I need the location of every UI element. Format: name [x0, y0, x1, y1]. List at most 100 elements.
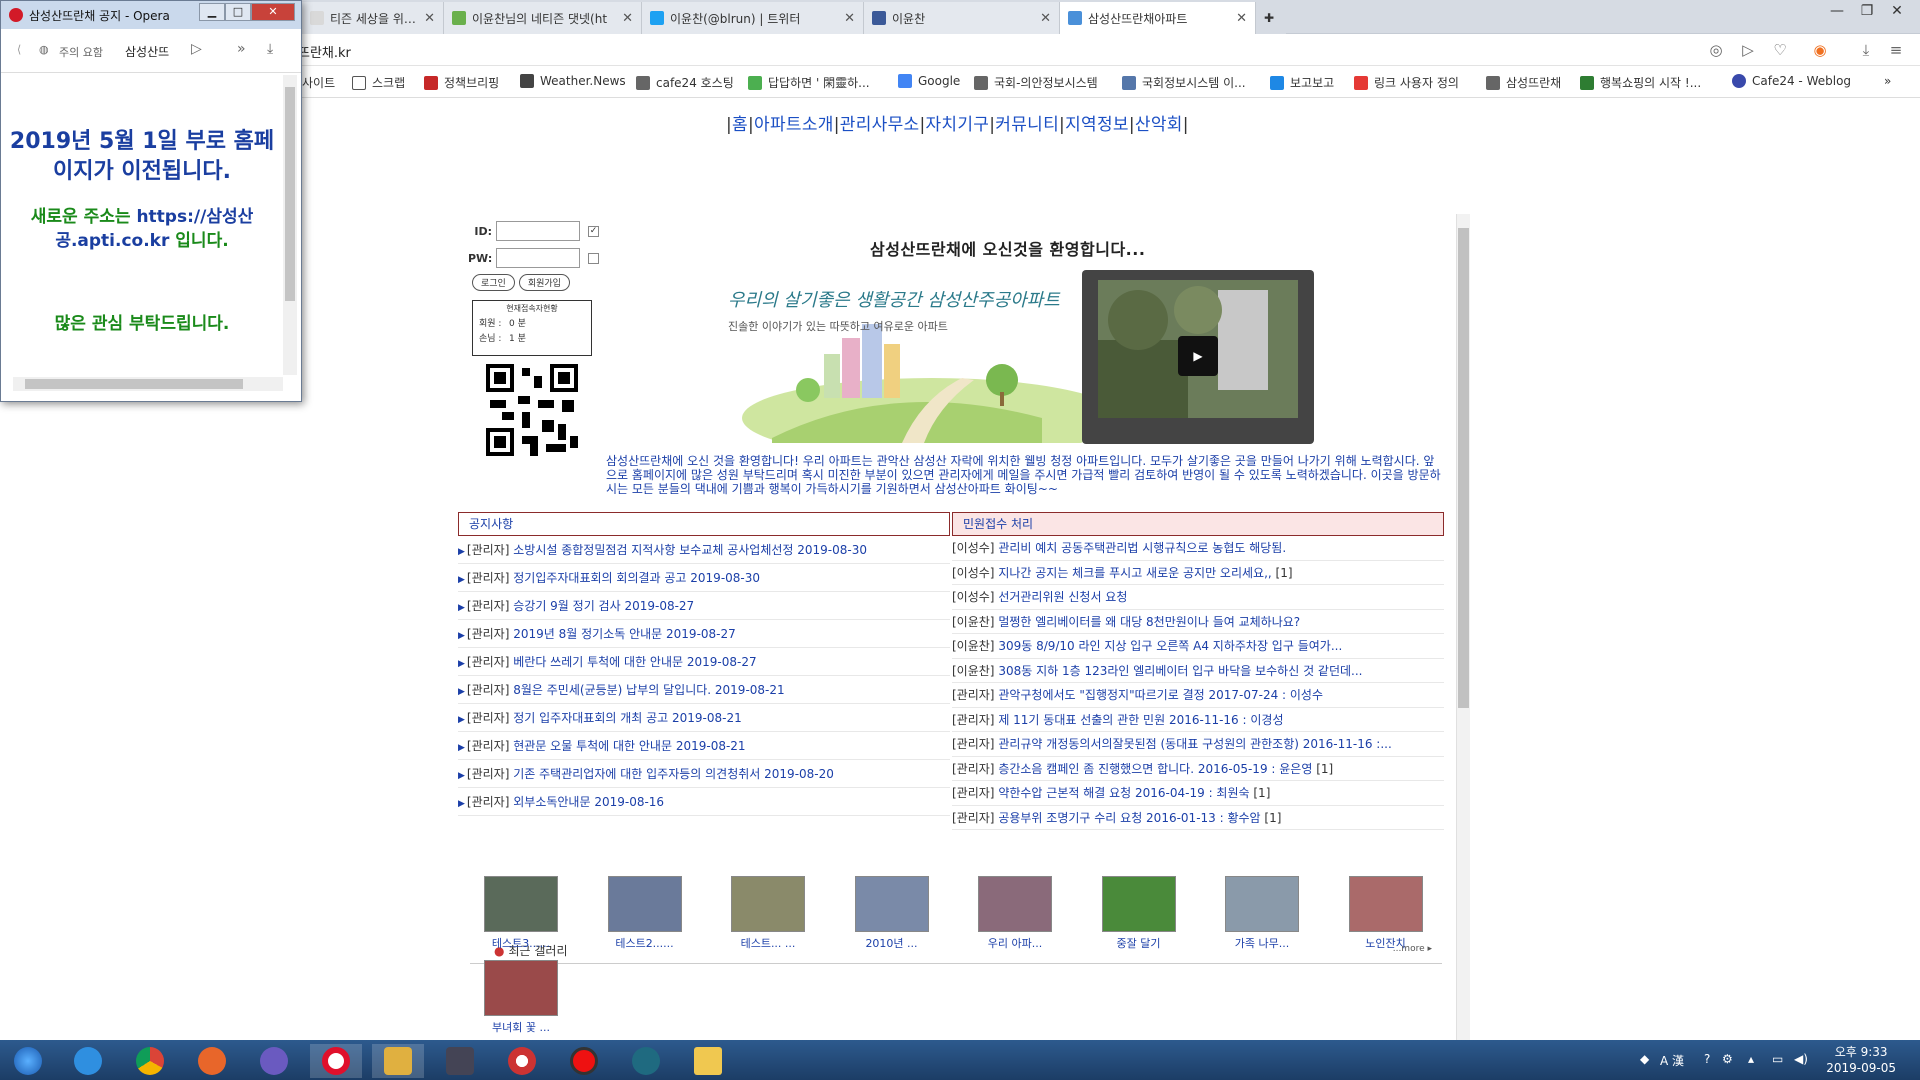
- send-icon[interactable]: ▷: [191, 41, 202, 57]
- back-icon[interactable]: ⟨: [17, 43, 21, 56]
- gallery-thumbnail[interactable]: [1348, 876, 1423, 932]
- app-tree-icon[interactable]: [620, 1044, 672, 1078]
- browser-tab-1[interactable]: 티즌 세상을 위하여... ✕: [302, 2, 444, 34]
- gallery-item[interactable]: 가족 나무...: [1225, 876, 1299, 951]
- row-title-link[interactable]: 309동 8/9/10 라인 지상 입구 오른쪽 A4 지하주차장 입구 들여가…: [998, 639, 1342, 653]
- complaint-row[interactable]: [관리자] 약한수압 근본적 해결 요청 2016-04-19 : 최원숙 [1…: [952, 781, 1444, 806]
- close-icon[interactable]: ✕: [622, 11, 633, 26]
- notice-row[interactable]: ▶ [관리자] 2019년 8월 정기소독 안내문 2019-08-27: [458, 620, 950, 648]
- nav-community[interactable]: 커뮤니티: [995, 115, 1059, 135]
- bookmark-item[interactable]: 링크 사용자 정의: [1354, 74, 1459, 91]
- bookmark-item[interactable]: 삼성뜨란채: [1486, 74, 1561, 91]
- popup-vscroll[interactable]: [283, 75, 297, 375]
- security-label[interactable]: 주의 요함: [59, 44, 103, 60]
- nav-hiking-club[interactable]: 산악회: [1135, 115, 1183, 135]
- complaint-row[interactable]: [관리자] 관악구청에서도 "집행정지"따르기로 결정 2017-07-24 :…: [952, 683, 1444, 708]
- row-title-link[interactable]: 소방시설 종합정밀점검 지적사항 보수교체 공사업체선정 2019-08-30: [513, 543, 867, 557]
- bookmark-item[interactable]: 국회-의안정보시스템: [974, 74, 1098, 91]
- row-title-link[interactable]: 2019년 8월 정기소독 안내문 2019-08-27: [513, 627, 736, 641]
- complaint-row[interactable]: [이윤찬] 멀쩡한 엘리베이터를 왜 대당 8천만원이나 들여 교체하나요?: [952, 610, 1444, 634]
- gallery-caption[interactable]: 테스트2......: [608, 935, 682, 951]
- browser-tab-2[interactable]: 이윤찬님의 네티즌 댓넷(ht ✕: [444, 2, 642, 34]
- browser-tab-active[interactable]: 삼성산뜨란채아파트 ✕: [1060, 2, 1256, 34]
- complaint-row[interactable]: [관리자] 제 11기 동대표 선출의 관한 민원 2016-11-16 : 이…: [952, 708, 1444, 732]
- close-icon[interactable]: ✕: [424, 11, 435, 26]
- join-button[interactable]: 회원가입: [518, 274, 570, 291]
- internet-explorer-icon[interactable]: [62, 1044, 114, 1078]
- bookmark-item[interactable]: 스크랩: [352, 74, 405, 91]
- complaint-row[interactable]: [관리자] 관리규약 개정동의서의잘못된점 (동대표 구성원의 관한조항) 20…: [952, 732, 1444, 757]
- gallery-caption[interactable]: 노인잔치: [1349, 935, 1423, 951]
- notice-row[interactable]: ▶ [관리자] 정기 입주자대표회의 개최 공고 2019-08-21: [458, 704, 950, 732]
- system-clock[interactable]: 오후 9:33 2019-09-05: [1826, 1044, 1896, 1076]
- notice-row[interactable]: ▶ [관리자] 기존 주택관리업자에 대한 입주자등의 의견청취서 2019-08…: [458, 760, 950, 788]
- row-title-link[interactable]: 관리규약 개정동의서의잘못된점 (동대표 구성원의 관한조항) 2016-11-…: [998, 737, 1391, 751]
- bookmark-item[interactable]: Weather.News: [520, 74, 626, 88]
- row-title-link[interactable]: 8월은 주민세(균등분) 납부의 달입니다. 2019-08-21: [513, 683, 784, 697]
- download-icon[interactable]: ⤓: [1856, 40, 1876, 60]
- row-title-link[interactable]: 관리비 예치 공동주택관리법 시행규칙으로 농협도 해당됨.: [998, 541, 1286, 555]
- app-ball-icon[interactable]: [496, 1044, 548, 1078]
- bookmark-item[interactable]: 국회정보시스템 이...: [1122, 74, 1246, 91]
- browser-tab-4[interactable]: 이윤찬 ✕: [864, 2, 1060, 34]
- row-title-link[interactable]: 현관문 오물 투척에 대한 안내문 2019-08-21: [513, 739, 745, 753]
- gallery-thumbnail[interactable]: [484, 960, 558, 1016]
- popup-close-button[interactable]: ✕: [251, 3, 295, 21]
- notice-row[interactable]: ▶ [관리자] 소방시설 종합정밀점검 지적사항 보수교체 공사업체선정 2019…: [458, 536, 950, 564]
- complaint-row[interactable]: [이윤찬] 309동 8/9/10 라인 지상 입구 오른쪽 A4 지하주차장 …: [952, 634, 1444, 659]
- close-icon[interactable]: ✕: [1236, 11, 1247, 26]
- close-icon[interactable]: ✕: [1040, 11, 1051, 26]
- maximize-button[interactable]: ❐: [1852, 0, 1882, 22]
- gallery-thumbnail[interactable]: [731, 876, 805, 932]
- complaint-row[interactable]: [이성수] 지나간 공지는 체크를 푸시고 새로운 공지만 오리세요,, [1]: [952, 561, 1444, 585]
- popup-url[interactable]: 삼성산뜨: [125, 43, 169, 60]
- notice-row[interactable]: ▶ [관리자] 베란다 쓰레기 투척에 대한 안내문 2019-08-27: [458, 648, 950, 676]
- url-field[interactable]: 뜨란채.kr: [298, 42, 351, 61]
- start-button[interactable]: [2, 1044, 54, 1078]
- gallery-item[interactable]: 테스트2......: [607, 876, 682, 951]
- bookmark-item[interactable]: 사이트: [302, 74, 335, 91]
- gallery-caption[interactable]: 가족 나무...: [1225, 935, 1299, 951]
- help-icon[interactable]: ?: [1704, 1052, 1710, 1066]
- app-lightning-icon[interactable]: [372, 1044, 424, 1078]
- nav-self-governing[interactable]: 자치기구: [925, 115, 989, 135]
- complaint-row[interactable]: [관리자] 층간소음 캠페인 좀 진행했으면 합니다. 2016-05-19 :…: [952, 757, 1444, 781]
- gallery-caption[interactable]: 2010년 ...: [855, 935, 929, 951]
- nav-apartment-intro[interactable]: 아파트소개: [754, 115, 834, 135]
- row-title-link[interactable]: 멀쩡한 엘리베이터를 왜 대당 8천만원이나 들여 교체하나요?: [998, 615, 1300, 629]
- gallery-item[interactable]: 우리 아파...: [978, 876, 1052, 951]
- close-icon[interactable]: ✕: [844, 11, 855, 26]
- gallery-item[interactable]: 중잘 달기: [1101, 876, 1176, 951]
- row-title-link[interactable]: 정기 입주자대표회의 개최 공고 2019-08-21: [513, 711, 742, 725]
- complaint-row[interactable]: [이성수] 관리비 예치 공동주택관리법 시행규칙으로 농협도 해당됨.: [952, 536, 1444, 561]
- gallery-item[interactable]: 테스트... ...: [731, 876, 805, 951]
- row-title-link[interactable]: 층간소음 캠페인 좀 진행했으면 합니다. 2016-05-19 : 윤은영: [998, 762, 1312, 776]
- remember-checkbox[interactable]: ✓: [588, 225, 599, 237]
- file-explorer-icon[interactable]: [682, 1044, 734, 1078]
- settings-icon[interactable]: ⚙: [1722, 1052, 1733, 1066]
- tray-expand-icon[interactable]: ▴: [1748, 1052, 1754, 1066]
- complaint-row[interactable]: [관리자] 공용부위 조명기구 수리 요청 2016-01-13 : 황수암 […: [952, 806, 1444, 830]
- chrome-icon[interactable]: [124, 1044, 176, 1078]
- gallery-thumbnail[interactable]: [1101, 876, 1176, 932]
- bookmark-item[interactable]: 정책브리핑: [424, 74, 499, 91]
- password-input[interactable]: [496, 248, 580, 268]
- app-book-icon[interactable]: [434, 1044, 486, 1078]
- rss-icon[interactable]: ◉: [1810, 40, 1830, 60]
- bookmarks-overflow-icon[interactable]: »: [1884, 74, 1891, 88]
- nav-local-info[interactable]: 지역정보: [1065, 115, 1129, 135]
- gallery-thumbnail[interactable]: [484, 876, 558, 932]
- bookmark-item[interactable]: Cafe24 - Weblog: [1732, 74, 1851, 88]
- gallery-item[interactable]: 2010년 ...: [854, 876, 929, 951]
- row-title-link[interactable]: 제 11기 동대표 선출의 관한 민원 2016-11-16 : 이경성: [998, 713, 1283, 727]
- row-title-link[interactable]: 308동 지하 1층 123라인 엘리베이터 입구 바닥을 보수하신 것 같던데…: [998, 664, 1362, 678]
- notice-row[interactable]: ▶ [관리자] 외부소독안내문 2019-08-16: [458, 788, 950, 816]
- login-button[interactable]: 로그인: [472, 274, 515, 291]
- gallery-caption[interactable]: 테스트... ...: [731, 935, 805, 951]
- close-window-button[interactable]: ✕: [1882, 0, 1912, 22]
- complaint-row[interactable]: [이윤찬] 308동 지하 1층 123라인 엘리베이터 입구 바닥을 보수하신…: [952, 659, 1444, 683]
- gallery-caption[interactable]: 부녀회 꽃 ...: [484, 1019, 558, 1035]
- secure-checkbox[interactable]: [588, 252, 599, 264]
- network-icon[interactable]: ▭: [1772, 1052, 1783, 1066]
- row-title-link[interactable]: 관악구청에서도 "집행정지"따르기로 결정 2017-07-24 : 이성수: [998, 688, 1323, 702]
